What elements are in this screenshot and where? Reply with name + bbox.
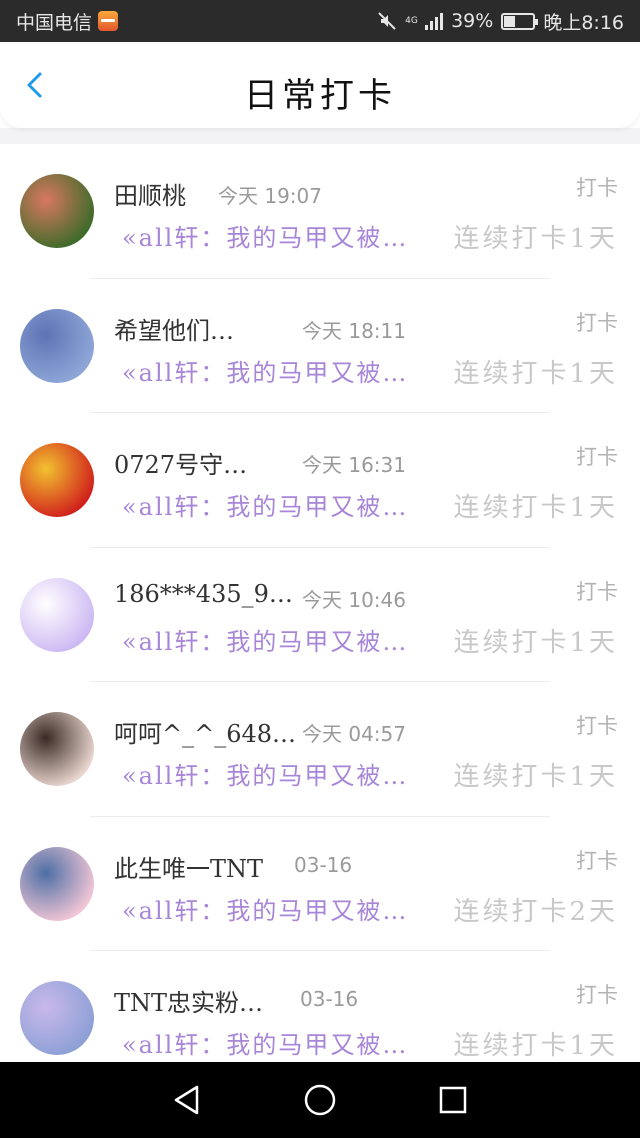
- checkin-time: 今天 18:11: [302, 318, 406, 343]
- avatar[interactable]: [20, 846, 94, 921]
- checkin-tag: 打卡: [576, 848, 618, 873]
- checkin-streak: 连续打卡1天: [453, 1031, 618, 1061]
- user-name: 希望他们…: [114, 316, 234, 345]
- checkin-time: 今天 19:07: [218, 184, 322, 208]
- checkin-tag: 打卡: [576, 310, 618, 335]
- checkin-time: 今天 10:46: [302, 587, 406, 612]
- avatar[interactable]: [20, 443, 94, 517]
- avatar[interactable]: [20, 174, 94, 248]
- battery-icon: [501, 12, 539, 30]
- checkin-streak: 连续打卡1天: [453, 493, 618, 523]
- checkin-tag: 打卡: [576, 445, 618, 469]
- status-icons: 4G 39% 晚上8:16: [377, 8, 624, 35]
- list-item[interactable]: 呵呵^_^_648… 今天 04:57 打卡 «all轩：我的马甲又被… 连续打卡1天: [0, 682, 640, 817]
- status-bar: 中国电信 4G 39% 晚上8:16: [0, 0, 640, 42]
- checkin-time: 今天 04:57: [302, 722, 406, 746]
- signal-icon: [425, 12, 444, 30]
- list-item[interactable]: 186***435_9… 今天 10:46 打卡 «all轩：我的马甲又被… 连续打卡1…: [0, 547, 640, 682]
- avatar[interactable]: [20, 712, 94, 786]
- last-message: «all轩：我的马甲又被…: [122, 762, 409, 790]
- list-item[interactable]: 此生唯一TNT 03-16 打卡 «all轩：我的马甲又被… 连续打卡2天: [0, 816, 640, 951]
- last-message: «all轩：我的马甲又被…: [122, 627, 409, 656]
- avatar[interactable]: [20, 981, 94, 1055]
- circle-home-icon: [304, 1084, 336, 1116]
- square-recents-icon: [440, 1086, 467, 1114]
- nav-home-button[interactable]: [300, 1080, 340, 1120]
- user-name: TNT忠实粉…: [114, 989, 264, 1017]
- checkin-tag: 打卡: [576, 176, 618, 200]
- triangle-back-icon: [174, 1085, 198, 1115]
- list-item[interactable]: 0727号守… 今天 16:31 打卡 «all轩：我的马甲又被… 连续打卡1天: [0, 413, 640, 548]
- user-name: 0727号守…: [114, 451, 248, 479]
- system-nav-bar: [0, 1062, 640, 1138]
- last-message: «all轩：我的马甲又被…: [122, 896, 409, 925]
- battery-percent: 39%: [451, 10, 494, 32]
- user-name: 呵呵^_^_648…: [114, 720, 297, 748]
- last-message: «all轩：我的马甲又被…: [122, 224, 409, 252]
- list-item[interactable]: 田顺桃 今天 19:07 打卡 «all轩：我的马甲又被… 连续打卡1天: [0, 144, 640, 279]
- carrier: 中国电信: [16, 8, 119, 35]
- last-message: «all轩：我的马甲又被…: [122, 493, 409, 521]
- checkin-time: 03-16: [294, 852, 353, 877]
- user-name: 田顺桃: [114, 182, 186, 210]
- user-name: 此生唯一TNT: [114, 854, 264, 883]
- checkin-tag: 打卡: [576, 983, 618, 1007]
- last-message: «all轩：我的马甲又被…: [122, 1031, 409, 1059]
- nav-recents-button[interactable]: [433, 1080, 473, 1120]
- clock: 晚上8:16: [543, 11, 624, 34]
- checkin-streak: 连续打卡1天: [453, 224, 618, 254]
- checkin-list: 田顺桃 今天 19:07 打卡 «all轩：我的马甲又被… 连续打卡1天 希望他们… 今天 …: [0, 144, 640, 1086]
- nav-back-button[interactable]: [167, 1080, 207, 1120]
- checkin-tag: 打卡: [576, 579, 618, 604]
- app-header: 日常打卡: [0, 42, 640, 128]
- carrier-app-icon: [98, 11, 119, 31]
- checkin-streak: 连续打卡1天: [453, 358, 618, 389]
- page-title: 日常打卡: [244, 76, 396, 116]
- carrier-name: 中国电信: [16, 11, 93, 34]
- checkin-time: 03-16: [300, 987, 359, 1011]
- user-name: 186***435_9…: [114, 579, 293, 608]
- network-type: 4G: [405, 15, 418, 26]
- avatar[interactable]: [20, 577, 94, 652]
- header-spacer: [0, 128, 640, 144]
- checkin-time: 今天 16:31: [302, 453, 406, 477]
- avatar[interactable]: [20, 308, 94, 383]
- last-message: «all轩：我的马甲又被…: [122, 358, 409, 387]
- checkin-streak: 连续打卡1天: [453, 762, 618, 792]
- checkin-streak: 连续打卡2天: [453, 896, 618, 927]
- mute-icon: [378, 12, 396, 30]
- checkin-streak: 连续打卡1天: [453, 627, 618, 658]
- list-item[interactable]: 希望他们… 今天 18:11 打卡 «all轩：我的马甲又被… 连续打卡1天: [0, 278, 640, 413]
- checkin-tag: 打卡: [576, 714, 618, 738]
